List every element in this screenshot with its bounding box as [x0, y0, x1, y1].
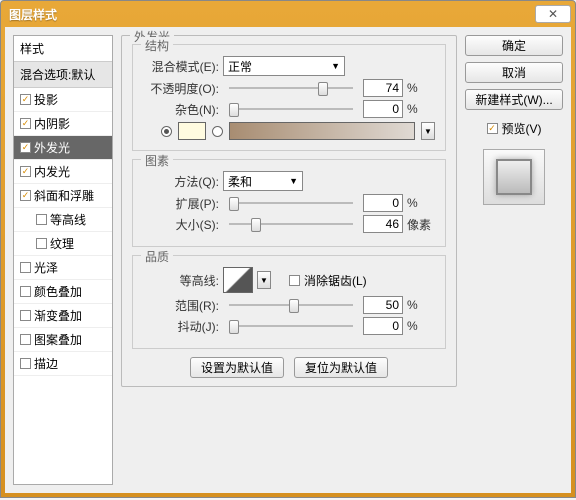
chevron-down-icon: ▼ [289, 176, 298, 186]
color-swatch[interactable] [178, 122, 206, 140]
style-item-label: 内发光 [34, 163, 70, 180]
style-item-label: 内阴影 [34, 115, 70, 132]
settings-panel: 外发光 结构 混合模式(E): 正常▼ 不透明度(O): 74 % 杂色(N): [121, 35, 457, 485]
style-item-label: 纹理 [50, 235, 74, 252]
style-item[interactable]: 内发光 [14, 160, 112, 184]
new-style-button[interactable]: 新建样式(W)... [465, 89, 563, 110]
style-item[interactable]: 斜面和浮雕 [14, 184, 112, 208]
style-item-label: 颜色叠加 [34, 283, 82, 300]
dialog-body: 样式 混合选项:默认 投影内阴影外发光内发光斜面和浮雕等高线纹理光泽颜色叠加渐变… [5, 27, 571, 493]
style-checkbox[interactable] [20, 118, 31, 129]
spread-slider[interactable] [229, 194, 353, 212]
style-checkbox[interactable] [20, 190, 31, 201]
style-item[interactable]: 投影 [14, 88, 112, 112]
style-checkbox[interactable] [20, 262, 31, 273]
opacity-slider[interactable] [229, 79, 353, 97]
antialias-checkbox[interactable] [289, 275, 300, 286]
style-item-label: 描边 [34, 355, 58, 372]
size-input[interactable]: 46 [363, 215, 403, 233]
gradient-preview[interactable] [229, 122, 415, 140]
contour-dropdown[interactable]: ▼ [257, 271, 271, 289]
style-item[interactable]: 图案叠加 [14, 328, 112, 352]
gradient-radio[interactable] [212, 126, 223, 137]
contour-label: 等高线: [143, 272, 219, 289]
style-item-label: 光泽 [34, 259, 58, 276]
noise-input[interactable]: 0 [363, 100, 403, 118]
action-panel: 确定 取消 新建样式(W)... 预览(V) [465, 35, 563, 485]
gradient-dropdown[interactable]: ▼ [421, 122, 435, 140]
style-item[interactable]: 纹理 [14, 232, 112, 256]
layer-style-dialog: 图层样式 ✕ 样式 混合选项:默认 投影内阴影外发光内发光斜面和浮雕等高线纹理光… [0, 0, 576, 498]
jitter-slider[interactable] [229, 317, 353, 335]
style-item[interactable]: 渐变叠加 [14, 304, 112, 328]
blend-mode-label: 混合模式(E): [143, 58, 219, 75]
style-item[interactable]: 等高线 [14, 208, 112, 232]
range-label: 范围(R): [143, 297, 219, 314]
style-item[interactable]: 内阴影 [14, 112, 112, 136]
noise-label: 杂色(N): [143, 101, 219, 118]
style-checkbox[interactable] [20, 166, 31, 177]
range-slider[interactable] [229, 296, 353, 314]
jitter-label: 抖动(J): [143, 318, 219, 335]
quality-legend: 品质 [141, 248, 173, 265]
color-radio[interactable] [161, 126, 172, 137]
window-title: 图层样式 [9, 6, 57, 23]
opacity-label: 不透明度(O): [143, 80, 219, 97]
style-checkbox[interactable] [20, 94, 31, 105]
style-item-label: 外发光 [34, 139, 70, 156]
style-item[interactable]: 描边 [14, 352, 112, 376]
jitter-input[interactable]: 0 [363, 317, 403, 335]
preview-checkbox[interactable] [487, 123, 498, 134]
method-label: 方法(Q): [143, 173, 219, 190]
style-item-label: 等高线 [50, 211, 86, 228]
style-item[interactable]: 颜色叠加 [14, 280, 112, 304]
blend-options-header[interactable]: 混合选项:默认 [14, 62, 112, 88]
set-default-button[interactable]: 设置为默认值 [190, 357, 284, 378]
contour-picker[interactable] [223, 267, 253, 293]
style-checkbox[interactable] [36, 238, 47, 249]
reset-default-button[interactable]: 复位为默认值 [294, 357, 388, 378]
style-item-label: 渐变叠加 [34, 307, 82, 324]
size-label: 大小(S): [143, 216, 219, 233]
preview-label: 预览(V) [502, 120, 542, 137]
antialias-label: 消除锯齿(L) [304, 272, 367, 289]
styles-list: 样式 混合选项:默认 投影内阴影外发光内发光斜面和浮雕等高线纹理光泽颜色叠加渐变… [13, 35, 113, 485]
blend-mode-select[interactable]: 正常▼ [223, 56, 345, 76]
style-item-label: 图案叠加 [34, 331, 82, 348]
quality-group: 品质 等高线: ▼ 消除锯齿(L) 范围(R): 50 % [132, 255, 446, 349]
spread-input[interactable]: 0 [363, 194, 403, 212]
method-select[interactable]: 柔和▼ [223, 171, 303, 191]
structure-legend: 结构 [141, 37, 173, 54]
style-checkbox[interactable] [20, 358, 31, 369]
style-checkbox[interactable] [20, 286, 31, 297]
styles-header: 样式 [14, 36, 112, 62]
spread-label: 扩展(P): [143, 195, 219, 212]
size-slider[interactable] [229, 215, 353, 233]
style-item[interactable]: 外发光 [14, 136, 112, 160]
noise-slider[interactable] [229, 100, 353, 118]
style-item-label: 投影 [34, 91, 58, 108]
element-legend: 图素 [141, 152, 173, 169]
style-checkbox[interactable] [20, 310, 31, 321]
ok-button[interactable]: 确定 [465, 35, 563, 56]
style-checkbox[interactable] [20, 334, 31, 345]
element-group: 图素 方法(Q): 柔和▼ 扩展(P): 0 % 大小(S): 46 [132, 159, 446, 247]
style-item-label: 斜面和浮雕 [34, 187, 94, 204]
style-item[interactable]: 光泽 [14, 256, 112, 280]
close-button[interactable]: ✕ [535, 5, 571, 23]
style-checkbox[interactable] [36, 214, 47, 225]
titlebar[interactable]: 图层样式 ✕ [1, 1, 575, 27]
close-icon: ✕ [548, 7, 558, 21]
cancel-button[interactable]: 取消 [465, 62, 563, 83]
opacity-input[interactable]: 74 [363, 79, 403, 97]
preview-thumbnail [483, 149, 545, 205]
chevron-down-icon: ▼ [331, 61, 340, 71]
range-input[interactable]: 50 [363, 296, 403, 314]
style-checkbox[interactable] [20, 142, 31, 153]
structure-group: 结构 混合模式(E): 正常▼ 不透明度(O): 74 % 杂色(N): [132, 44, 446, 151]
outer-glow-group: 外发光 结构 混合模式(E): 正常▼ 不透明度(O): 74 % 杂色(N): [121, 35, 457, 387]
